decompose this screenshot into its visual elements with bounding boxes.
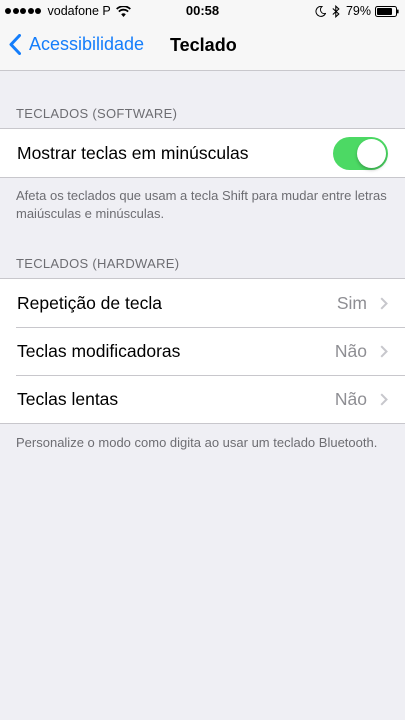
lowercase-keys-label: Mostrar teclas em minúsculas: [17, 142, 249, 163]
back-button-label: Acessibilidade: [29, 34, 145, 54]
hardware-section-footer: Personalize o modo como digita ao usar u…: [16, 435, 378, 450]
slow-keys-value: Não: [334, 388, 367, 409]
toggle-knob: [357, 138, 386, 168]
key-repeat-value: Sim: [336, 292, 367, 313]
status-bar: vodafone P 00:58 79%: [0, 0, 405, 22]
hardware-section-header: TECLADOS (HARDWARE): [16, 256, 180, 271]
chevron-right-icon: [380, 392, 388, 406]
software-settings-group: Mostrar teclas em minúsculas: [0, 128, 405, 178]
slow-keys-label: Teclas lentas: [17, 388, 119, 409]
software-section-header: TECLADOS (SOFTWARE): [16, 106, 178, 121]
battery-percentage: 79%: [345, 4, 371, 18]
modifier-keys-value: Não: [334, 340, 367, 361]
lowercase-keys-row: Mostrar teclas em minúsculas: [0, 129, 405, 177]
chevron-right-icon: [380, 344, 388, 358]
do-not-disturb-moon-icon: [315, 5, 326, 17]
lowercase-keys-toggle[interactable]: [333, 136, 388, 170]
battery-icon: [375, 5, 399, 17]
key-repeat-row[interactable]: Repetição de tecla Sim: [0, 279, 405, 327]
status-right: 79%: [315, 4, 399, 18]
chevron-left-icon: [9, 34, 21, 55]
hardware-settings-group: Repetição de tecla Sim Teclas modificado…: [0, 278, 405, 424]
slow-keys-row[interactable]: Teclas lentas Não: [0, 375, 405, 423]
page-title: Teclado: [170, 35, 237, 55]
navigation-bar: Acessibilidade Teclado: [0, 22, 405, 71]
back-button[interactable]: Acessibilidade: [9, 34, 144, 55]
key-repeat-label: Repetição de tecla: [17, 292, 162, 313]
bluetooth-icon: [332, 4, 340, 18]
modifier-keys-row[interactable]: Teclas modificadoras Não: [0, 327, 405, 375]
software-section-footer: Afeta os teclados que usam a tecla Shift…: [16, 188, 387, 221]
modifier-keys-label: Teclas modificadoras: [17, 340, 181, 361]
chevron-right-icon: [380, 296, 388, 310]
